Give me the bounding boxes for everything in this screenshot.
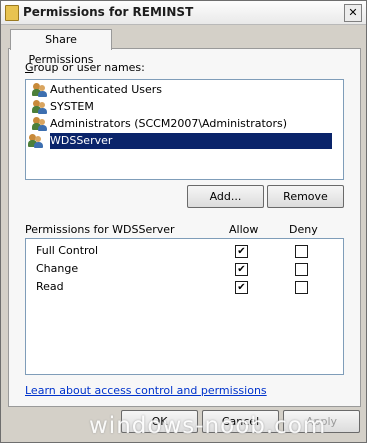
deny-checkbox[interactable] — [295, 263, 308, 276]
group-icon — [32, 83, 48, 97]
deny-header: Deny — [289, 223, 318, 236]
deny-checkbox[interactable] — [295, 245, 308, 258]
permissions-header: Permissions for WDSServer — [25, 223, 175, 236]
folder-icon — [5, 5, 19, 21]
allow-checkbox[interactable]: ✔ — [235, 281, 248, 294]
group-icon — [32, 100, 48, 114]
list-item[interactable]: Administrators (SCCM2007\Administrators) — [30, 116, 287, 132]
allow-checkbox[interactable]: ✔ — [235, 245, 248, 258]
tab-share-permissions[interactable]: Share Permissions — [10, 29, 112, 66]
title-bar[interactable]: Permissions for REMINST ✕ — [1, 1, 366, 25]
close-button[interactable]: ✕ — [344, 4, 362, 22]
allow-checkbox[interactable]: ✔ — [235, 263, 248, 276]
user-name: Administrators (SCCM2007\Administrators) — [50, 117, 288, 130]
permissions-list: Full Control ✔ Change ✔ Read ✔ — [25, 238, 344, 375]
permission-name: Full Control — [36, 244, 99, 257]
user-name: Authenticated Users — [50, 83, 163, 96]
user-list[interactable]: Authenticated Users SYSTEM Administrator… — [25, 79, 344, 180]
window-title: Permissions for REMINST — [23, 5, 194, 19]
permission-name: Change — [36, 262, 79, 275]
permission-name: Read — [36, 280, 64, 293]
access-control-link[interactable]: Learn about access control and permissio… — [25, 384, 267, 397]
add-button[interactable]: Add... — [187, 185, 264, 208]
permission-row: Full Control — [36, 243, 98, 259]
permission-row: Change — [36, 261, 78, 277]
deny-checkbox[interactable] — [295, 281, 308, 294]
allow-header: Allow — [229, 223, 259, 236]
group-icon — [28, 134, 44, 148]
user-name: WDSServer — [50, 134, 113, 147]
user-name: SYSTEM — [50, 100, 94, 113]
list-item-selected[interactable]: WDSServer — [28, 133, 332, 149]
remove-button[interactable]: Remove — [267, 185, 344, 208]
permissions-dialog: Permissions for REMINST ✕ Share Permissi… — [0, 0, 367, 443]
list-item[interactable]: SYSTEM — [30, 99, 94, 115]
tab-panel: Group or user names: Authenticated Users… — [8, 48, 361, 407]
list-item[interactable]: Authenticated Users — [30, 82, 162, 98]
permission-row: Read — [36, 279, 64, 295]
group-icon — [32, 117, 48, 131]
watermark-text: windows-noob.com — [89, 413, 327, 439]
